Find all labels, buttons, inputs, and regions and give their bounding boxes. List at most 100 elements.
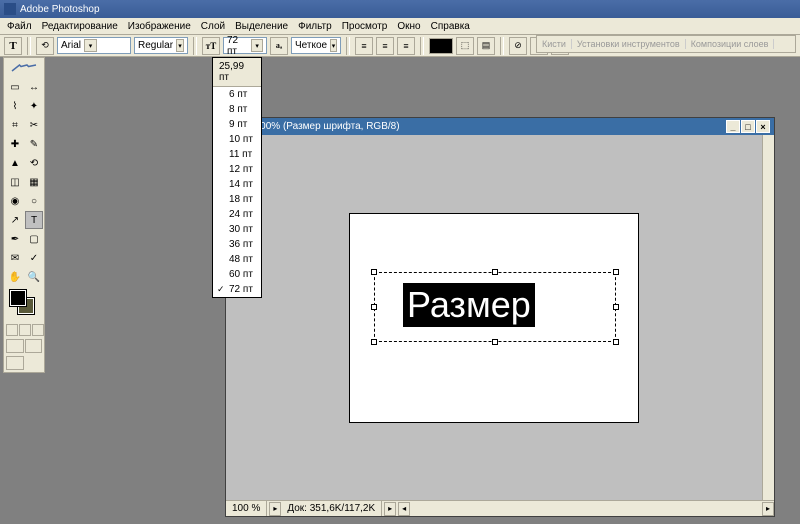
font-size-dropdown[interactable]: 72 пт ▾	[223, 37, 267, 54]
wand-tool[interactable]: ✦	[25, 97, 43, 115]
history-brush-tool[interactable]: ⟲	[25, 154, 43, 172]
stamp-tool[interactable]: ▲	[6, 154, 24, 172]
menu-select[interactable]: Выделение	[230, 19, 293, 34]
resize-handle[interactable]	[371, 304, 377, 310]
screen-mode-button[interactable]	[6, 324, 18, 336]
slice-tool[interactable]: ✂	[25, 116, 43, 134]
resize-handle[interactable]	[492, 339, 498, 345]
separator	[27, 37, 31, 55]
menu-view[interactable]: Просмотр	[337, 19, 393, 34]
align-right-button[interactable]: ≡	[397, 37, 415, 55]
size-option[interactable]: 36 пт	[213, 237, 261, 252]
chevron-down-icon[interactable]: ▾	[251, 39, 263, 52]
eyedropper-tool[interactable]: ✓	[25, 249, 43, 267]
heal-tool[interactable]: ✚	[6, 135, 24, 153]
move-tool[interactable]: ↔	[25, 78, 43, 96]
palette-button[interactable]: ▤	[477, 37, 495, 55]
font-style-dropdown[interactable]: Regular ▾	[134, 37, 188, 54]
hand-tool[interactable]: ✋	[6, 268, 24, 286]
zoom-tool[interactable]: 🔍	[25, 268, 43, 286]
gradient-tool[interactable]: ▦	[25, 173, 43, 191]
menu-image[interactable]: Изображение	[123, 19, 196, 34]
menu-edit[interactable]: Редактирование	[37, 19, 123, 34]
menu-filter[interactable]: Фильтр	[293, 19, 337, 34]
orientation-button[interactable]: ⟲	[36, 37, 54, 55]
size-option[interactable]: 10 пт	[213, 132, 261, 147]
size-option[interactable]: 11 пт	[213, 147, 261, 162]
separator	[420, 37, 424, 55]
menu-layer[interactable]: Слой	[196, 19, 230, 34]
size-option[interactable]: 8 пт	[213, 102, 261, 117]
zoom-menu-icon[interactable]: ▸	[269, 502, 281, 516]
align-center-button[interactable]: ≡	[376, 37, 394, 55]
eraser-tool[interactable]: ◫	[6, 173, 24, 191]
align-left-button[interactable]: ≡	[355, 37, 373, 55]
marquee-tool[interactable]: ▭	[6, 78, 24, 96]
screen-mode-button[interactable]	[19, 324, 31, 336]
dodge-tool[interactable]: ○	[25, 192, 43, 210]
close-button[interactable]: ×	[756, 120, 770, 133]
size-option[interactable]: 60 пт	[213, 267, 261, 282]
size-option[interactable]: 12 пт	[213, 162, 261, 177]
resize-handle[interactable]	[371, 339, 377, 345]
menu-help[interactable]: Справка	[426, 19, 475, 34]
crop-tool[interactable]: ⌗	[6, 116, 24, 134]
type-tool-icon[interactable]: T	[4, 37, 22, 55]
app-icon	[4, 3, 16, 15]
toolbox-handle[interactable]	[6, 60, 42, 76]
separator	[346, 37, 350, 55]
menu-file[interactable]: Файл	[2, 19, 37, 34]
pen-tool[interactable]: ✒	[6, 230, 24, 248]
quickmask-off[interactable]	[6, 339, 24, 353]
resize-handle[interactable]	[613, 269, 619, 275]
path-tool[interactable]: ↗	[6, 211, 24, 229]
shape-tool[interactable]: ▢	[25, 230, 43, 248]
size-option[interactable]: 9 пт	[213, 117, 261, 132]
text-bounding-box[interactable]: Размер	[374, 272, 616, 342]
blur-tool[interactable]: ◉	[6, 192, 24, 210]
resize-handle[interactable]	[371, 269, 377, 275]
font-family-dropdown[interactable]: Arial ▾	[57, 37, 131, 54]
palette-tab-brushes[interactable]: Кисти	[537, 39, 572, 49]
doc-info: Док: 351,6K/117,2K	[281, 501, 382, 516]
minimize-button[interactable]: _	[726, 120, 740, 133]
chevron-down-icon[interactable]: ▾	[84, 39, 97, 52]
chevron-down-icon[interactable]: ▾	[330, 39, 337, 52]
foreground-color-swatch[interactable]	[10, 290, 26, 306]
size-option[interactable]: 72 пт	[213, 282, 261, 297]
palette-tab-comps[interactable]: Композиции слоев	[686, 39, 775, 49]
size-option[interactable]: 48 пт	[213, 252, 261, 267]
type-tool[interactable]: T	[25, 211, 43, 229]
menu-window[interactable]: Окно	[392, 19, 425, 34]
resize-handle[interactable]	[613, 304, 619, 310]
size-option[interactable]: 14 пт	[213, 177, 261, 192]
palette-tab-presets[interactable]: Установки инструментов	[572, 39, 686, 49]
size-option[interactable]: 18 пт	[213, 192, 261, 207]
chevron-down-icon[interactable]: ▾	[176, 39, 184, 52]
size-option[interactable]: 30 пт	[213, 222, 261, 237]
size-option[interactable]: 24 пт	[213, 207, 261, 222]
resize-handle[interactable]	[492, 269, 498, 275]
screen-mode-button[interactable]	[32, 324, 44, 336]
maximize-button[interactable]: □	[741, 120, 755, 133]
canvas[interactable]: Размер	[349, 213, 639, 423]
scroll-right-icon[interactable]: ▸	[762, 502, 774, 516]
canvas-text[interactable]: Размер	[403, 283, 535, 327]
lasso-tool[interactable]: ⌇	[6, 97, 24, 115]
anti-alias-dropdown[interactable]: Четкое ▾	[291, 37, 341, 54]
jump-button[interactable]	[6, 356, 24, 370]
text-color-swatch[interactable]	[429, 38, 453, 54]
scroll-left-icon[interactable]: ◂	[398, 502, 410, 516]
zoom-level[interactable]: 100 %	[226, 501, 267, 516]
vertical-scrollbar[interactable]	[762, 135, 774, 500]
cancel-button[interactable]: ⊘	[509, 37, 527, 55]
document-titlebar[interactable]: -1 @ 100% (Размер шрифта, RGB/8) _ □ ×	[226, 118, 774, 135]
size-option[interactable]: 6 пт	[213, 87, 261, 102]
canvas-area: Размер	[226, 135, 762, 500]
brush-tool[interactable]: ✎	[25, 135, 43, 153]
resize-handle[interactable]	[613, 339, 619, 345]
info-menu-icon[interactable]: ▸	[384, 502, 396, 516]
notes-tool[interactable]: ✉	[6, 249, 24, 267]
warp-text-button[interactable]: ⬚	[456, 37, 474, 55]
quickmask-on[interactable]	[25, 339, 43, 353]
